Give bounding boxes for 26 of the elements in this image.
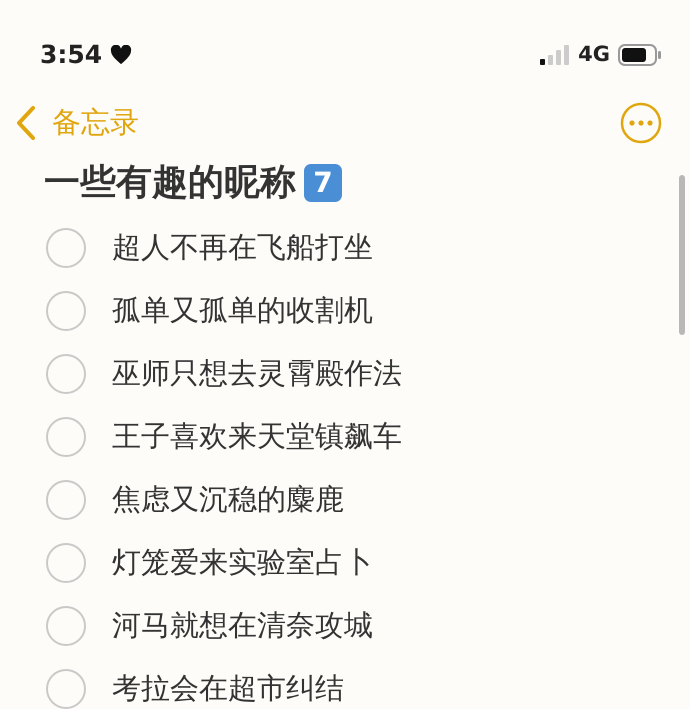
signal-icon [540, 45, 570, 65]
checklist-item-text: 超人不再在飞船打坐 [112, 228, 373, 266]
checklist-item-text: 灯笼爱来实验室占卜 [112, 544, 373, 581]
heart-icon [110, 45, 132, 65]
network-label: 4G [578, 41, 610, 68]
number-badge: 7 [304, 164, 342, 202]
more-icon[interactable] [620, 102, 662, 144]
checkbox[interactable] [46, 606, 86, 646]
checklist-item-text: 考拉会在超市纠结 [112, 670, 344, 707]
checklist-item-text: 河马就想在清奈攻城 [112, 606, 373, 644]
checkbox[interactable] [46, 290, 86, 330]
checkbox[interactable] [46, 416, 86, 456]
back-button[interactable]: 备忘录 [16, 101, 139, 145]
checkbox[interactable] [46, 228, 86, 268]
checkbox[interactable] [46, 480, 86, 520]
checklist-item-text: 巫师只想去灵霄殿作法 [112, 354, 402, 392]
battery-icon [618, 44, 662, 66]
status-time: 3:54 [40, 39, 102, 72]
checklist-item-text: 孤单又孤单的收割机 [112, 292, 373, 329]
checkbox[interactable] [46, 354, 86, 394]
checklist-item-text: 王子喜欢来天堂镇飙车 [112, 418, 402, 455]
chevron-left-icon [16, 105, 36, 141]
checkbox[interactable] [46, 542, 86, 582]
note-title: 一些有趣的昵称 [44, 161, 296, 205]
checklist-item-text: 焦虑又沉稳的麋鹿 [112, 480, 344, 518]
checkbox[interactable] [46, 668, 86, 708]
